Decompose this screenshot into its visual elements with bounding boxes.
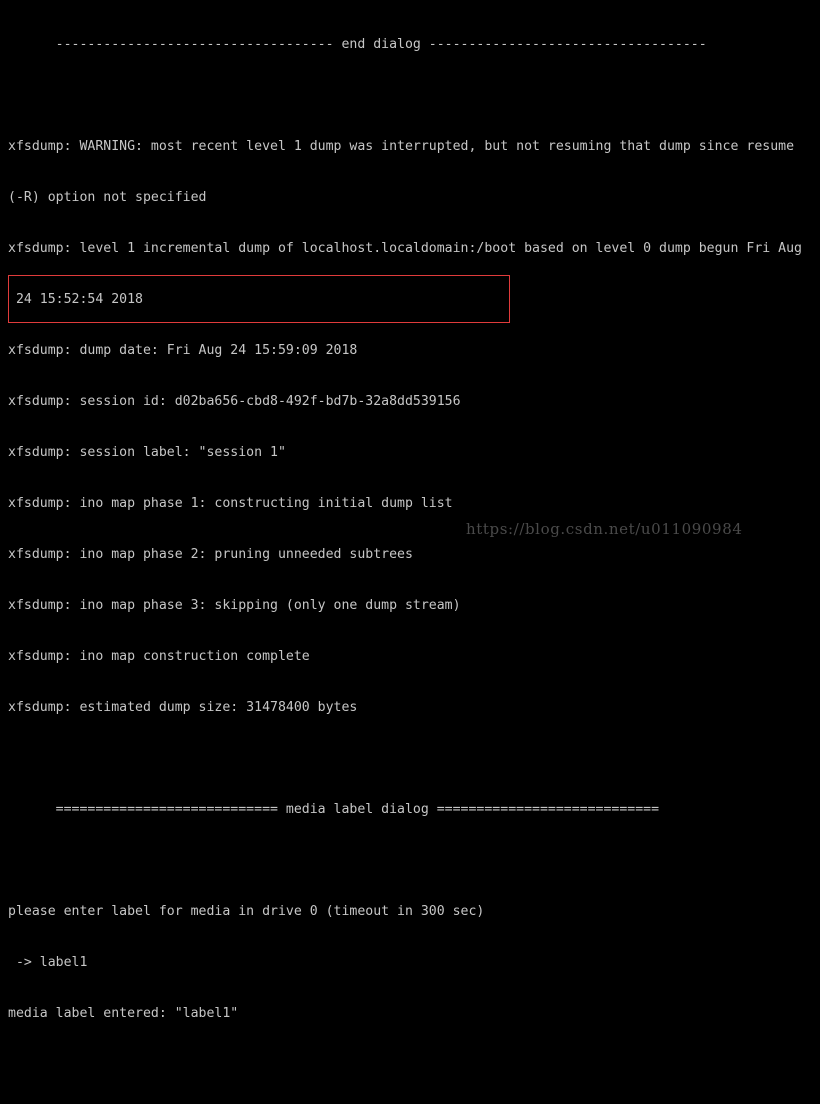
terminal-line: 24 15:52:54 2018 <box>8 292 143 307</box>
terminal-line: xfsdump: ino map phase 1: constructing i… <box>8 496 453 511</box>
terminal-line: ============================ media label… <box>8 802 660 817</box>
terminal-line: xfsdump: ino map phase 2: pruning unneed… <box>8 547 413 562</box>
watermark-url: https://blog.csdn.net/u011090984 <box>466 520 743 538</box>
terminal-window[interactable]: ----------------------------------- end … <box>0 0 820 1021</box>
terminal-line: media label entered: "label1" <box>8 1006 239 1021</box>
terminal-line: xfsdump: session label: "session 1" <box>8 445 286 460</box>
terminal-line: xfsdump: ino map construction complete <box>8 649 310 664</box>
terminal-line: please enter label for media in drive 0 … <box>8 904 485 919</box>
terminal-line: xfsdump: estimated dump size: 31478400 b… <box>8 700 358 715</box>
terminal-line: ----------------------------------- end … <box>8 37 707 52</box>
terminal-line: (-R) option not specified <box>8 190 207 205</box>
terminal-line: -> label1 <box>8 955 88 970</box>
terminal-line: xfsdump: WARNING: most recent level 1 du… <box>8 139 795 154</box>
terminal-output: ----------------------------------- end … <box>8 2 820 1104</box>
terminal-line: xfsdump: ino map phase 3: skipping (only… <box>8 598 461 613</box>
terminal-line: xfsdump: session id: d02ba656-cbd8-492f-… <box>8 394 461 409</box>
terminal-line: xfsdump: dump date: Fri Aug 24 15:59:09 … <box>8 343 358 358</box>
terminal-line: xfsdump: level 1 incremental dump of loc… <box>8 241 802 256</box>
